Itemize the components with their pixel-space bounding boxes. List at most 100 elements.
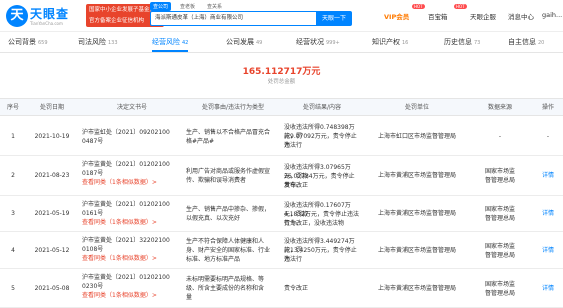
tab-count: 73 <box>474 40 481 46</box>
hot-badge: HOT <box>412 4 425 9</box>
penalty-reason-line: 生产不符合保障人体健康和人 <box>186 238 265 245</box>
similar-data-link[interactable]: 查看同类（1条相似数据）> <box>82 178 182 187</box>
row-number: 4 <box>11 246 15 254</box>
nav-enterprise-service[interactable]: 天眼企服 <box>470 11 496 21</box>
header-action: 操作 <box>541 104 554 111</box>
search-tab-company[interactable]: 查公司 <box>150 2 172 11</box>
penalty-reason-line: 传、欺骗和误导消费者 <box>186 177 247 184</box>
data-source-line: 督管理总局 <box>484 215 515 222</box>
penalty-date: 2021-10-19 <box>34 132 70 140</box>
logo-subtitle: TianYanCha.com <box>30 21 63 26</box>
row-number: 5 <box>11 284 15 292</box>
header-number: 序号 <box>6 104 19 111</box>
hot-badge: HOT <box>454 4 467 9</box>
row-number: 3 <box>11 210 15 217</box>
penalty-reason-line: 生产、销售以不合格产品冒充合 <box>186 128 271 136</box>
document-number-line: 沪市监黄处〔2021〕32202100 <box>82 237 170 244</box>
tab-count: 42 <box>182 40 189 46</box>
penalty-authority: 上海市黄浦区市场监督管理局 <box>377 172 456 179</box>
search-tab-relation[interactable]: 查关系 <box>204 2 225 11</box>
document-number-line: 0108号 <box>82 246 104 253</box>
tab-count: 49 <box>256 40 263 46</box>
top-bar: 天 天眼查 TianYanCha.com 国家中小企业发展子基金旗下 官方备案企… <box>0 0 563 32</box>
nav-toolbox[interactable]: 百宝箱 <box>428 11 448 21</box>
table-header: 序号 处罚日期 决定文书号 处罚事由/违法行为类型 处罚结果/内容 处罚单位 数… <box>0 98 563 116</box>
logo-icon[interactable]: 天 <box>6 5 28 27</box>
tab-count: 16 <box>402 40 409 46</box>
penalty-authority: 上海市黄浦区市场监督管理局 <box>377 210 456 217</box>
total-penalty-amount: 165.112717万元 <box>242 67 321 77</box>
tab-business-risk[interactable]: 经营风险 42 <box>152 33 189 52</box>
header-result: 处罚结果/内容 <box>302 104 342 111</box>
penalty-date: 2021-05-19 <box>34 210 70 217</box>
document-number-line: 沪市监黄处〔2021〕01202100 <box>82 274 170 281</box>
tab-self-info[interactable]: 自主信息 20 <box>508 33 544 52</box>
penalty-reason-line: 身、财产安全的国家标准、行业 <box>186 247 271 254</box>
tab-label: 历史信息 <box>444 38 472 46</box>
penalty-reason-line: 格#产品# <box>186 137 215 145</box>
details-link[interactable]: 详情 <box>538 246 558 255</box>
document-number-line: 0487号 <box>82 137 104 145</box>
data-source-line: 国家市场监 <box>484 280 515 288</box>
tab-history[interactable]: 历史信息 73 <box>444 33 480 52</box>
row-number: 2 <box>11 172 15 179</box>
logo-text[interactable]: 天眼查 <box>30 5 69 22</box>
document-number-line: 沪市监黄处〔2021〕01202100 <box>82 161 170 168</box>
header-document-number: 决定文书号 <box>116 104 147 111</box>
penalty-reason-line: 标准、地方标准产品 <box>186 256 241 263</box>
data-source-line: 督管理总局 <box>484 251 515 259</box>
document-number-line: 沪市监黄处〔2021〕01202100 <box>82 201 170 208</box>
search-button[interactable]: 天眼一下 <box>316 11 352 26</box>
penalty-authority: 上海市虹口区市场监督管理局 <box>377 132 456 140</box>
tab-count: 659 <box>38 40 48 46</box>
tab-count: 20 <box>538 40 545 46</box>
search-type-tabs: 查公司 查老板 查关系 <box>150 2 225 11</box>
penalty-reason-line: 生产、销售产品中掺杂、掺假， <box>186 206 271 213</box>
tab-label: 知识产权 <box>372 38 400 46</box>
nav-message-center[interactable]: 消息中心 <box>508 11 534 21</box>
data-source-line: 督管理总局 <box>484 177 515 184</box>
nav-user[interactable]: gaih... <box>542 11 562 19</box>
total-penalty-label: 处罚总金额 <box>267 79 296 85</box>
tab-operating-status[interactable]: 经营状况 999+ <box>296 33 340 52</box>
penalty-reason-line: 量 <box>186 294 193 301</box>
data-source-line: 国家市场监 <box>484 168 515 175</box>
header-reason: 处罚事由/违法行为类型 <box>201 104 265 111</box>
tab-label: 经营风险 <box>152 38 180 46</box>
details-link[interactable]: 详情 <box>538 171 558 180</box>
tab-company-background[interactable]: 公司背景 659 <box>8 33 48 52</box>
table-row: 5 2021-05-08 沪市监黄处〔2021〕01202100 0230号 查看同类（… <box>0 269 563 308</box>
tab-label: 经营状况 <box>296 38 324 46</box>
nav-vip[interactable]: VIP会员 <box>384 11 409 21</box>
document-number-line: 沪市监虹处〔2021〕09202100 <box>82 128 170 136</box>
table-row: 2 2021-08-23 沪市监黄处〔2021〕01202100 0187号 查看同类（… <box>0 156 563 196</box>
search-tab-boss[interactable]: 查老板 <box>177 2 198 11</box>
document-number-line: 0187号 <box>82 170 104 177</box>
row-number: 1 <box>11 132 15 140</box>
similar-data-link[interactable]: 查看同类（1条相似数据）> <box>82 254 182 263</box>
penalty-reason-line: 级、所含主要成份的名称和含 <box>186 285 265 292</box>
data-source-line: - <box>498 133 502 140</box>
tab-count: 133 <box>108 40 118 46</box>
penalty-reason-line: 以假充真、以次充好 <box>186 215 241 222</box>
details-link[interactable]: 详情 <box>538 209 558 218</box>
tab-count: 999+ <box>326 40 340 46</box>
data-source-line: 督管理总局 <box>484 289 515 297</box>
penalty-reason-line: 利用广告对商品或服务作虚假宣 <box>186 168 271 175</box>
penalty-result-line: 为 <box>284 142 291 149</box>
table-row: 1 2021-10-19 沪市监虹处〔2021〕09202100 0487号 生产、销售… <box>0 117 563 156</box>
similar-data-link[interactable]: 查看同类（1条相似数据）> <box>82 291 182 300</box>
header-authority: 处罚单位 <box>404 104 429 111</box>
similar-data-link[interactable]: 查看同类（1条相似数据）> <box>82 218 182 227</box>
penalty-authority: 上海市黄浦区市场监督管理局 <box>377 246 456 254</box>
tab-label: 公司发展 <box>226 38 254 46</box>
tab-intellectual-property[interactable]: 知识产权 16 <box>372 33 408 52</box>
details-link[interactable]: 详情 <box>538 284 558 293</box>
penalty-reason-line: 未标明需要标明产品规格、等 <box>186 276 265 283</box>
data-source-line: 国家市场监 <box>484 206 515 213</box>
tab-company-development[interactable]: 公司发展 49 <box>226 33 262 52</box>
tab-label: 自主信息 <box>508 38 536 46</box>
table-row: 3 2021-05-19 沪市监黄处〔2021〕01202100 0161号 查看同类（… <box>0 196 563 232</box>
document-number-line: 0230号 <box>82 283 104 290</box>
tab-judicial-risk[interactable]: 司法风险 133 <box>78 33 118 52</box>
